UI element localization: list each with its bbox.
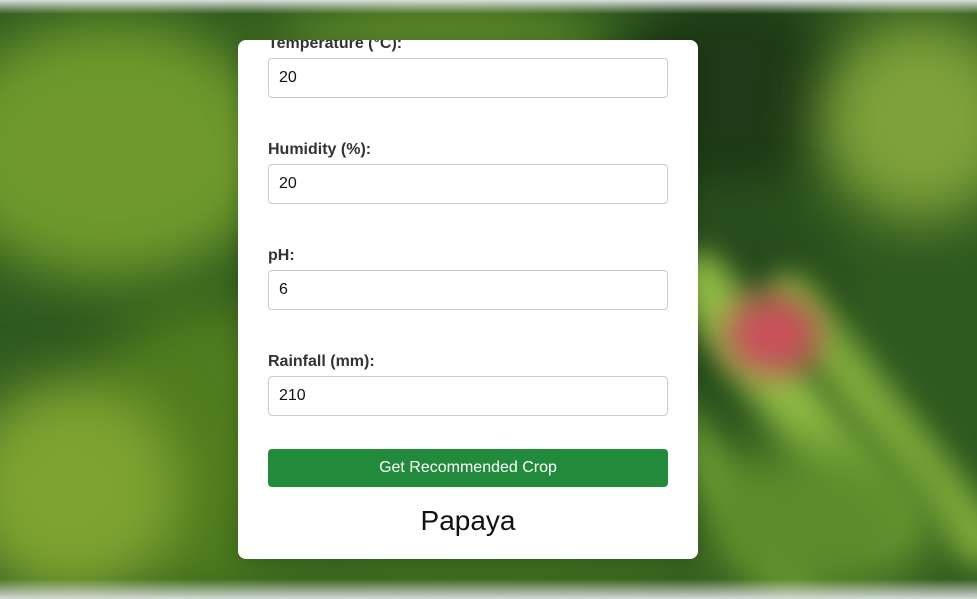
rainfall-input[interactable] [268, 376, 668, 416]
top-edge-fade [0, 0, 977, 14]
humidity-label: Humidity (%): [268, 141, 372, 158]
get-recommended-crop-button[interactable]: Get Recommended Crop [268, 449, 668, 487]
bottom-edge-fade [0, 579, 977, 599]
ph-label: pH: [268, 247, 295, 264]
temperature-label: Temperature (°C): [268, 40, 403, 52]
ph-input[interactable] [268, 270, 668, 310]
temperature-input[interactable] [268, 58, 668, 98]
humidity-input[interactable] [268, 164, 668, 204]
crop-form-card: Temperature (°C): Humidity (%): pH: Rain… [238, 40, 698, 559]
recommended-crop-result: Papaya [420, 505, 516, 536]
rainfall-label: Rainfall (mm): [268, 353, 375, 370]
